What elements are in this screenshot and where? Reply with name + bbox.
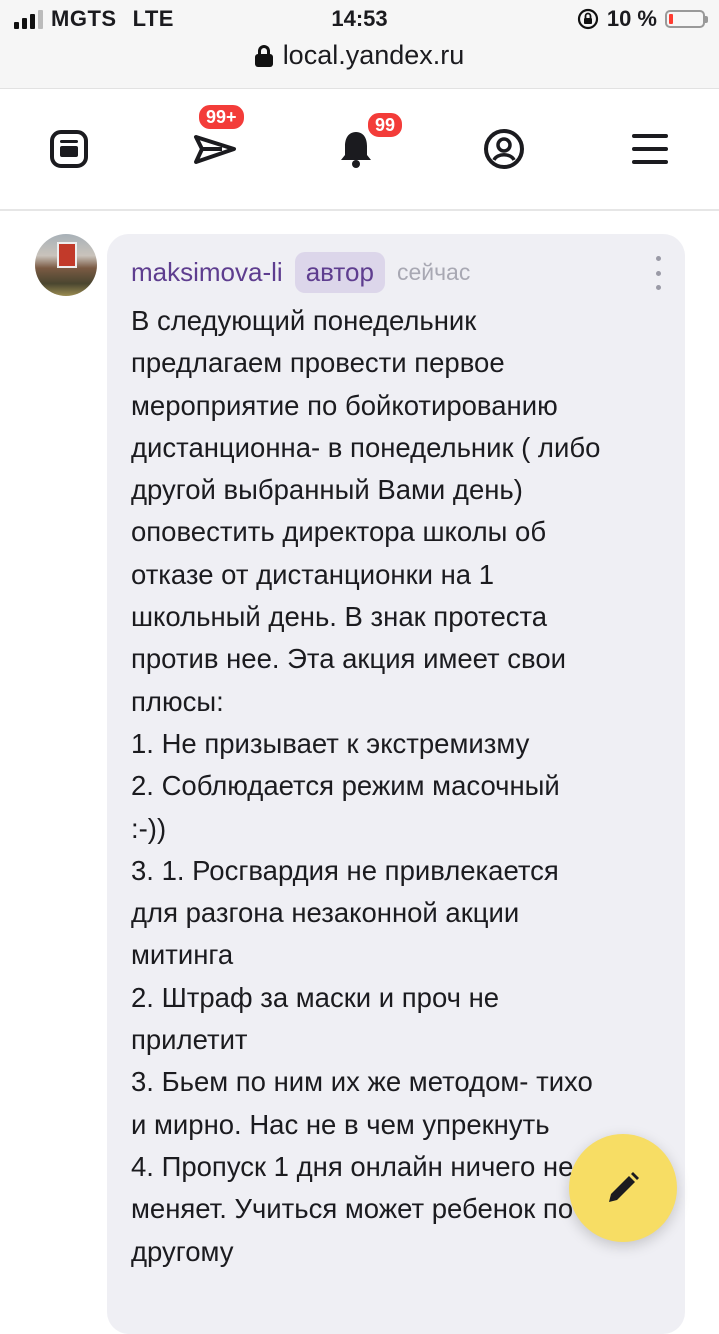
messages-button[interactable]: 99+ — [185, 103, 246, 179]
profile-icon — [484, 129, 524, 169]
hamburger-icon — [632, 134, 668, 164]
top-nav: 99+ 99 — [0, 89, 719, 211]
address-bar[interactable]: local.yandex.ru — [0, 40, 719, 71]
author-name[interactable]: maksimova-li — [131, 257, 283, 288]
home-icon — [50, 130, 88, 168]
pencil-icon — [609, 1172, 639, 1202]
status-right: 10 % — [577, 6, 708, 32]
battery-icon — [665, 10, 708, 28]
battery-percent: 10 % — [606, 6, 657, 31]
comment-header: maksimova-li автор сейчас — [131, 252, 470, 293]
author-badge: автор — [294, 252, 385, 293]
home-button[interactable] — [39, 119, 99, 179]
notifications-badge: 99 — [366, 111, 405, 139]
rotation-lock-icon — [577, 8, 598, 30]
notifications-button[interactable]: 99 — [326, 111, 405, 179]
paper-plane-icon — [194, 135, 236, 164]
lock-icon — [254, 44, 273, 67]
comment-text: В следующий понедельник предлагаем прове… — [131, 305, 601, 1267]
comment-time: сейчас — [396, 259, 471, 285]
menu-button[interactable] — [620, 119, 680, 179]
bell-icon — [341, 132, 371, 168]
profile-button[interactable] — [474, 119, 534, 179]
url-text: local.yandex.ru — [282, 40, 465, 70]
messages-badge: 99+ — [197, 103, 246, 131]
avatar[interactable] — [35, 234, 97, 296]
more-options-icon[interactable] — [648, 256, 668, 290]
edit-button[interactable] — [569, 1134, 677, 1242]
status-bar: MGTS LTE 14:53 10 % local.yandex.ru — [0, 0, 719, 89]
